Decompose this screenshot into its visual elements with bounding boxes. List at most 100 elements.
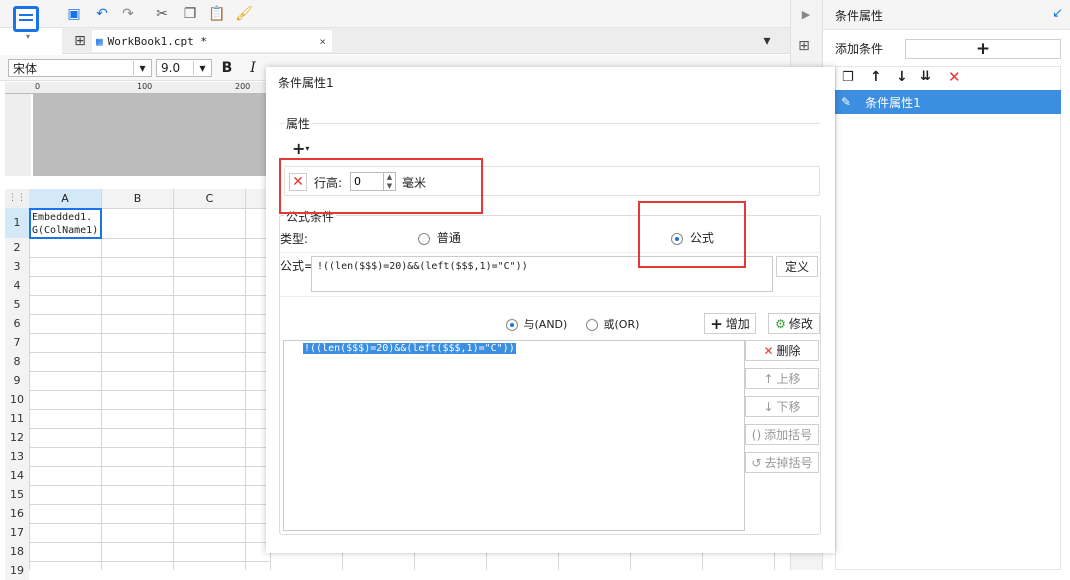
add-button[interactable]: + 增加 [704, 313, 756, 334]
row-header[interactable]: 5 [5, 295, 29, 314]
paste-icon[interactable]: 📋 [207, 4, 227, 24]
row-header[interactable]: 2 [5, 238, 29, 257]
type-label: 类型: [280, 232, 309, 246]
grid-view-icon[interactable]: ⊞ [70, 31, 90, 51]
move-bottom-icon[interactable]: ⇊ [920, 69, 931, 84]
delete-label: 删除 [776, 344, 801, 358]
type-normal-radio[interactable]: 普通 [418, 229, 461, 246]
add-label: 增加 [725, 317, 750, 331]
row-header[interactable]: 14 [5, 466, 29, 485]
add-condition-button[interactable]: + [905, 39, 1061, 59]
column-header-c[interactable]: C [173, 189, 245, 208]
row-header[interactable]: 10 [5, 390, 29, 409]
cell-a1-line2: G(ColName1) [32, 225, 99, 236]
copy-icon[interactable]: ❐ [842, 70, 854, 85]
toolbar-overflow-icon[interactable]: ▾ [757, 31, 777, 51]
add-attr-button[interactable]: + ▾ [292, 138, 320, 158]
condition-formula-list[interactable]: !((len($$$)=20)&&(left($$$,1)="C")) [283, 340, 745, 531]
delete-button[interactable]: ✕ 删除 [745, 340, 819, 361]
or-label: 或(OR) [603, 318, 640, 331]
chevron-down-icon: ▾ [305, 143, 310, 153]
add-condition-symbol: + [975, 39, 991, 59]
condition-formula-text: !((len($$$)=20)&&(left($$$,1)="C")) [304, 343, 515, 354]
delete-icon: ✕ [763, 343, 774, 358]
panel-title: 条件属性 [835, 9, 884, 23]
remove-bracket-button[interactable]: ↺ 去掉括号 [745, 452, 819, 473]
column-header-b[interactable]: B [101, 189, 173, 208]
chevron-down-icon: ▾ [133, 61, 151, 75]
modify-button[interactable]: ⚙ 修改 [768, 313, 820, 334]
condition-formula-list-item[interactable]: !((len($$$)=20)&&(left($$$,1)="C")) [303, 343, 516, 354]
arrow-down-icon: ↓ [763, 399, 774, 414]
delete-icon[interactable]: ✕ [948, 68, 961, 86]
remove-bracket-icon: ↺ [751, 455, 762, 470]
cell-a1[interactable]: Embedded1. G(ColName1) [29, 208, 102, 239]
ruler-mark: 0 [35, 82, 41, 91]
add-bracket-label: 添加括号 [764, 428, 813, 442]
dialog-title: 条件属性1 [278, 76, 334, 90]
condition-dialog: 条件属性1 属性 +▾ ✕ 行高: ▲▼ 毫米 公式条件 类型: 普通 公式 公… [266, 67, 835, 553]
row-header[interactable]: 18 [5, 542, 29, 561]
ruler: 0 100 200 [5, 82, 270, 94]
and-radio[interactable]: 与(AND) [506, 316, 567, 332]
corner-cell[interactable]: ⋮⋮ [5, 189, 29, 208]
chevron-down-icon: ▾ [193, 61, 211, 75]
copy-icon[interactable]: ❐ [180, 4, 200, 24]
row-header[interactable]: 12 [5, 428, 29, 447]
column-header-a[interactable]: A [29, 189, 101, 208]
define-button[interactable]: 定义 [776, 256, 818, 277]
tab-workbook[interactable]: ▦ WorkBook1.cpt * × [92, 30, 332, 52]
move-up-button[interactable]: ↑ 上移 [745, 368, 819, 389]
or-radio[interactable]: 或(OR) [586, 316, 639, 332]
row-header[interactable]: 8 [5, 352, 29, 371]
formula-row-divider-2 [280, 296, 821, 297]
bold-icon[interactable]: B [217, 58, 237, 78]
row-header[interactable]: 13 [5, 447, 29, 466]
font-size-select[interactable]: 9.0 ▾ [156, 59, 212, 77]
highlight-row-height [279, 158, 483, 214]
arrow-up-icon[interactable]: ↑ [870, 69, 882, 85]
close-icon[interactable]: × [319, 35, 326, 48]
font-name-value: 宋体 [13, 61, 38, 76]
cell-attr-icon[interactable]: ⊞ [794, 36, 814, 56]
app-menu-icon[interactable]: ▾ [13, 6, 43, 41]
cut-icon[interactable]: ✂ [152, 4, 172, 24]
row-header[interactable]: 19 [5, 561, 29, 580]
and-label: 与(AND) [523, 318, 568, 331]
row-header[interactable]: 16 [5, 504, 29, 523]
expand-icon[interactable]: ▶ [796, 4, 816, 24]
save-icon[interactable]: ▣ [64, 4, 84, 24]
plus-icon: + [292, 138, 306, 158]
move-down-button[interactable]: ↓ 下移 [745, 396, 819, 417]
move-down-label: 下移 [776, 400, 801, 414]
font-name-select[interactable]: 宋体 ▾ [8, 59, 152, 77]
redo-icon[interactable]: ↷ [118, 4, 138, 24]
row-header[interactable]: 11 [5, 409, 29, 428]
row-header[interactable]: 7 [5, 333, 29, 352]
add-condition-label: 添加条件 [835, 42, 884, 56]
row-header[interactable]: 9 [5, 371, 29, 390]
cell-a1-line1: Embedded1. [32, 212, 93, 223]
undo-icon[interactable]: ↶ [92, 4, 112, 24]
panel-list-border [835, 114, 1061, 570]
row-header[interactable]: 1 [5, 208, 29, 238]
formula-label: 公式= [280, 259, 315, 273]
add-bracket-button[interactable]: () 添加括号 [745, 424, 819, 445]
condition-panel: 条件属性 ↙ 添加条件 + ❐ ↑ ↓ ⇊ ✕ ✎ 条件属性1 [822, 0, 1070, 570]
bracket-icon: () [751, 427, 762, 442]
arrow-down-icon[interactable]: ↓ [896, 69, 908, 85]
format-painter-icon[interactable]: 🖌 [234, 4, 254, 24]
collapse-arrow-icon[interactable]: ↙ [1052, 6, 1063, 21]
italic-icon[interactable]: I [243, 58, 263, 78]
row-header[interactable]: 17 [5, 523, 29, 542]
row-header[interactable]: 3 [5, 257, 29, 276]
type-normal-label: 普通 [436, 231, 461, 245]
row-header[interactable]: 4 [5, 276, 29, 295]
sheet-right-area [270, 552, 790, 570]
vertical-ruler [5, 94, 31, 176]
row-header[interactable]: 6 [5, 314, 29, 333]
attr-section-label: 属性 [284, 115, 313, 132]
row-header[interactable]: 15 [5, 485, 29, 504]
condition-list-item[interactable]: ✎ 条件属性1 [835, 90, 1061, 114]
edit-pencil-icon: ✎ [841, 95, 852, 109]
